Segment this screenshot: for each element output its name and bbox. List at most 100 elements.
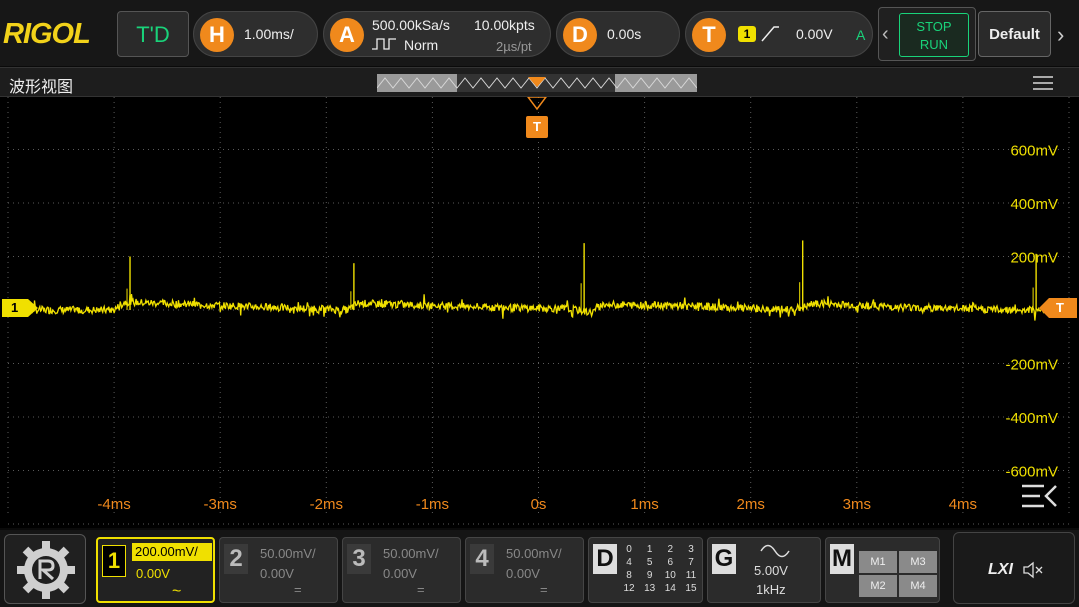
sine-wave-icon bbox=[760, 544, 790, 563]
y-tick-label: 400mV bbox=[1010, 196, 1058, 213]
generator-box[interactable]: G 5.00V 1kHz bbox=[707, 537, 821, 603]
math-letter: M bbox=[830, 544, 854, 574]
math-box[interactable]: M M1 M3 M2 M4 bbox=[825, 537, 940, 603]
digital-channel-num: 2 bbox=[667, 544, 674, 555]
trigger-letter: T bbox=[692, 18, 726, 52]
rigol-logo: RIGOL bbox=[3, 18, 91, 50]
digital-channel-num: 10 bbox=[664, 570, 676, 581]
channel4-coupling: = bbox=[540, 582, 548, 597]
delay-letter: D bbox=[563, 18, 597, 52]
x-tick-label: -4ms bbox=[97, 496, 130, 513]
x-tick-label: 1ms bbox=[630, 496, 658, 513]
math-m3-button[interactable]: M3 bbox=[899, 551, 937, 573]
waveform-overview-strip[interactable] bbox=[377, 74, 697, 92]
channel2-box[interactable]: 2 50.00mV/ 0.00V = bbox=[219, 537, 338, 603]
default-button[interactable]: Default bbox=[978, 11, 1051, 57]
acquire-control[interactable]: A 500.00kSa/s 10.00kpts Norm 2µs/pt bbox=[323, 11, 551, 57]
generator-amplitude: 5.00V bbox=[754, 563, 788, 578]
time-per-point: 2µs/pt bbox=[496, 39, 532, 54]
rising-edge-icon bbox=[760, 24, 780, 49]
lxi-logo: LXI bbox=[988, 561, 1013, 578]
math-m1-button[interactable]: M1 bbox=[859, 551, 897, 573]
x-tick-label: -3ms bbox=[204, 496, 237, 513]
trigger-level: 0.00V bbox=[796, 26, 833, 42]
generator-frequency: 1kHz bbox=[756, 582, 786, 597]
trigger-pos-label: T bbox=[526, 116, 548, 138]
status-area: LXI bbox=[953, 532, 1075, 604]
acquire-letter: A bbox=[330, 18, 364, 52]
chevron-left-icon[interactable]: ‹ bbox=[882, 23, 889, 46]
channel1-coupling: ~ bbox=[172, 583, 182, 600]
trigger-channel-badge: 1 bbox=[738, 26, 756, 42]
channel1-marker-label: 1 bbox=[11, 300, 19, 315]
trigger-mode-flag: A bbox=[856, 27, 866, 43]
top-toolbar: RIGOL T'D H 1.00ms/ A 500.00kSa/s 10.00k… bbox=[0, 0, 1079, 66]
collapse-menu-icon[interactable] bbox=[1020, 482, 1058, 515]
digital-channel-num: 14 bbox=[664, 583, 676, 594]
digital-row: 0 1 2 3 bbox=[619, 543, 701, 556]
default-label: Default bbox=[989, 26, 1040, 43]
digital-channel-num: 8 bbox=[626, 570, 632, 581]
x-tick-label: 3ms bbox=[843, 496, 871, 513]
channel2-offset: 0.00V bbox=[260, 566, 294, 581]
digital-channel-num: 9 bbox=[646, 570, 653, 581]
waveform-grid[interactable]: 600mV 400mV 200mV -200mV -400mV -600mV -4ms -3m… bbox=[0, 97, 1079, 528]
chevron-right-icon[interactable]: › bbox=[1057, 22, 1064, 48]
channel1-scale: 200.00mV/ bbox=[132, 543, 212, 561]
digital-letter: D bbox=[593, 544, 617, 574]
channel1-box[interactable]: 1 200.00mV/ 0.00V ~ bbox=[96, 537, 215, 603]
digital-channel-num: 1 bbox=[646, 544, 653, 555]
delay-control[interactable]: D 0.00s bbox=[556, 11, 680, 57]
x-tick-label: 0s bbox=[531, 496, 547, 513]
view-title: 波形视图 bbox=[9, 79, 74, 96]
mode-label: T'D bbox=[136, 22, 170, 47]
overview-trigger-marker-icon bbox=[528, 74, 546, 92]
x-tick-label: -1ms bbox=[416, 496, 449, 513]
x-tick-label: -2ms bbox=[310, 496, 343, 513]
channel4-offset: 0.00V bbox=[506, 566, 540, 581]
memory-depth: 10.00kpts bbox=[474, 17, 535, 33]
home-button[interactable] bbox=[4, 534, 86, 604]
channel3-coupling: = bbox=[417, 582, 425, 597]
mode-tab[interactable]: T'D bbox=[117, 11, 189, 57]
run-stop-button[interactable]: STOP RUN bbox=[899, 13, 969, 57]
digital-channel-num: 5 bbox=[646, 557, 653, 568]
speaker-muted-icon[interactable] bbox=[1022, 561, 1044, 584]
trigger-control[interactable]: T 1 0.00V A bbox=[685, 11, 873, 57]
channel3-number: 3 bbox=[347, 544, 371, 574]
waveform-view-header: 波形视图 bbox=[0, 67, 1079, 97]
generator-letter: G bbox=[712, 544, 736, 574]
channel3-scale: 50.00mV/ bbox=[383, 546, 439, 561]
digital-row: 4 5 6 7 bbox=[619, 556, 701, 569]
trigger-pos-arrow-icon bbox=[526, 96, 548, 111]
digital-box[interactable]: D 0 1 2 3 4 5 6 7 8 9 10 11 12 13 14 15 bbox=[588, 537, 703, 603]
gear-r-logo-icon bbox=[15, 539, 77, 606]
math-m2-button[interactable]: M2 bbox=[859, 575, 897, 597]
channel3-box[interactable]: 3 50.00mV/ 0.00V = bbox=[342, 537, 461, 603]
digital-channel-num: 4 bbox=[626, 557, 632, 568]
channel4-number: 4 bbox=[470, 544, 494, 574]
math-m4-button[interactable]: M4 bbox=[899, 575, 937, 597]
channel1-offset: 0.00V bbox=[136, 566, 170, 581]
channel2-scale: 50.00mV/ bbox=[260, 546, 316, 561]
trigger-level-marker-label: T bbox=[1056, 300, 1064, 315]
bottom-toolbar: 1 200.00mV/ 0.00V ~ 2 50.00mV/ 0.00V = 3… bbox=[0, 530, 1079, 607]
digital-channel-num: 7 bbox=[688, 557, 694, 568]
digital-channel-num: 12 bbox=[623, 583, 635, 594]
channel2-coupling: = bbox=[294, 582, 302, 597]
horizontal-control[interactable]: H 1.00ms/ bbox=[193, 11, 318, 57]
run-label: RUN bbox=[919, 37, 949, 52]
y-tick-label: 600mV bbox=[1010, 143, 1058, 160]
pulse-icon bbox=[372, 37, 400, 51]
channel2-number: 2 bbox=[224, 544, 248, 574]
digital-channel-num: 3 bbox=[688, 544, 694, 555]
channel1-offset-marker[interactable]: 1 bbox=[2, 299, 38, 317]
digital-channel-num: 13 bbox=[644, 583, 656, 594]
digital-channel-num: 15 bbox=[685, 583, 697, 594]
channel4-box[interactable]: 4 50.00mV/ 0.00V = bbox=[465, 537, 584, 603]
menu-hamburger-icon[interactable] bbox=[1033, 76, 1053, 90]
digital-channel-num: 11 bbox=[685, 570, 697, 581]
trigger-level-marker[interactable]: T bbox=[1039, 298, 1077, 318]
trigger-position-marker[interactable]: T bbox=[526, 96, 548, 139]
channel1-number: 1 bbox=[102, 545, 126, 577]
